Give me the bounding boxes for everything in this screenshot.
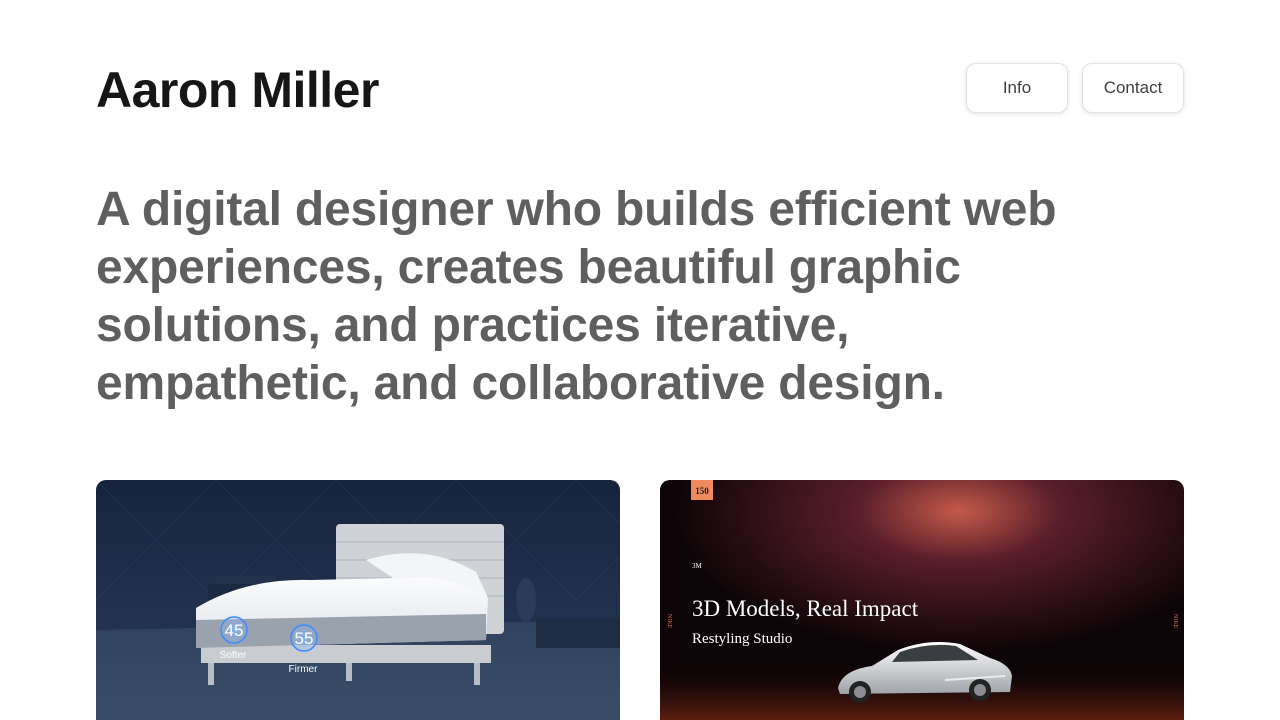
card-headline: 3D Models, Real Impact [692,596,919,621]
project-card-bed[interactable]: 45 55 Softer Firmer [96,480,620,720]
info-button[interactable]: Info [966,63,1068,113]
dial-left-label: Softer [220,650,247,661]
car-studio-photo: 150 3M 3D Models, Real Impact Restyling … [660,480,1184,720]
site-title[interactable]: Aaron Miller [96,62,379,118]
project-badge: 150 [695,486,709,496]
brand-small: 3M [692,562,703,570]
dial-left-value: 45 [225,621,244,640]
side-label-right: NIKE [1172,614,1178,629]
site-header: Aaron Miller Info Contact [96,60,1184,118]
intro-statement: A digital designer who builds efficient … [96,183,1057,410]
nav: Info Contact [966,63,1184,113]
bed-photo: 45 55 Softer Firmer [96,480,620,720]
dial-right-label: Firmer [289,664,319,675]
card-subheadline: Restyling Studio [692,631,792,647]
side-label-left: NIKE [666,614,672,629]
dial-right-value: 55 [295,629,314,648]
contact-button[interactable]: Contact [1082,63,1184,113]
project-card-car-studio[interactable]: 150 3M 3D Models, Real Impact Restyling … [660,480,1184,720]
